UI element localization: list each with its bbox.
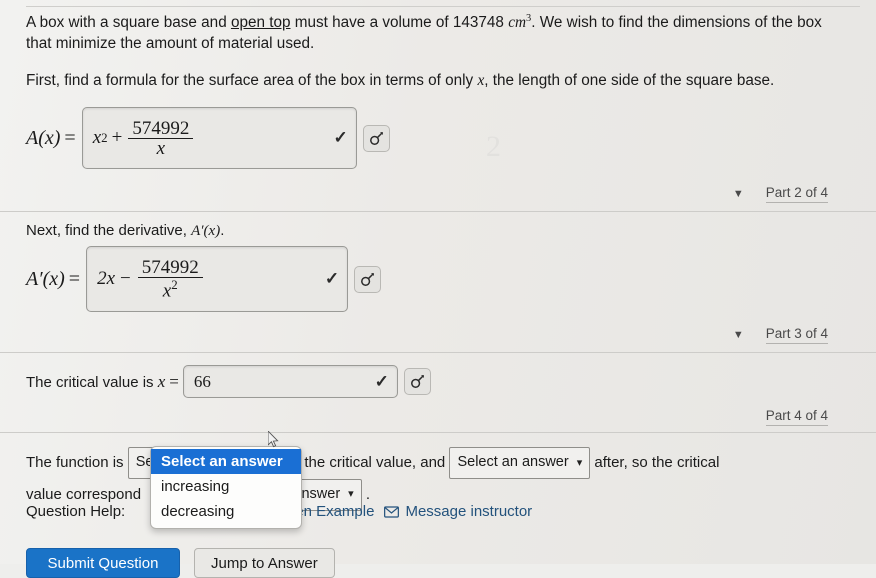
volume-units: cm	[508, 14, 527, 32]
part2-fraction-denominator: x	[156, 137, 166, 159]
part3-operator: −	[120, 268, 131, 290]
envelope-icon	[384, 505, 400, 518]
part3-answer-input[interactable]: 2x − 574992 x2 ✓	[86, 246, 349, 313]
part2-divider	[0, 211, 876, 213]
part4-divider	[0, 432, 876, 434]
problem-statement: A box with a square base and open top mu…	[26, 0, 850, 91]
top-divider	[26, 6, 860, 7]
part3-correct-checkmark: ✓	[324, 269, 340, 289]
part2-answer-input[interactable]: x2 + 574992 x ✓	[81, 107, 357, 170]
part3-label: Part 3 of 4	[765, 326, 828, 345]
preview-magnifier-icon[interactable]	[362, 124, 390, 152]
part3-intro: Next, find the derivative, A′(x).	[26, 222, 850, 240]
problem-paragraph-1: A box with a square base and open top mu…	[26, 12, 850, 54]
part4-critical-input[interactable]: 66 ✓	[182, 365, 398, 399]
part3-intro-function: A′(x)	[191, 223, 221, 240]
select-1-dropdown-menu[interactable]: Select an answer increasing decreasing	[150, 446, 302, 529]
part4-critical-row: The critical value is x = 66 ✓	[26, 365, 850, 399]
part3-term-2x: 2x	[97, 268, 116, 290]
submit-question-button[interactable]: Submit Question	[26, 548, 180, 578]
part4-correct-checkmark: ✓	[374, 371, 389, 391]
part3-fraction: 574992 x2	[137, 256, 203, 301]
part3-answer-row: A′(x) = 2x − 574992 x2 ✓	[26, 246, 850, 313]
part3-lhs: A′(x) =	[26, 268, 86, 291]
dropdown-option-decreasing[interactable]: decreasing	[151, 499, 301, 524]
part3-lhs-equals: =	[68, 267, 81, 290]
message-instructor-link[interactable]: Message instructor	[384, 503, 532, 520]
part2-answer-row: A(x) = x2 + 574992 x ✓	[26, 107, 850, 170]
page-watermark: 2	[486, 130, 501, 163]
dropdown-option-select-an-answer[interactable]: Select an answer	[151, 449, 301, 474]
part2-lhs: A(x) =	[26, 127, 82, 150]
part4-critical-equals: =	[169, 371, 179, 391]
select-2-value: Select an answer	[457, 454, 569, 471]
part3-den-var: x	[162, 280, 172, 302]
part4-critical-value: 66	[193, 371, 211, 391]
dropdown-option-increasing[interactable]: increasing	[151, 474, 301, 499]
jump-to-answer-button[interactable]: Jump to Answer	[194, 548, 335, 578]
part4-label: Part 4 of 4	[765, 408, 828, 427]
message-instructor-label: Message instructor	[405, 503, 533, 520]
part4-footer: Part 4 of 4	[26, 408, 850, 427]
preview-magnifier-icon[interactable]	[354, 265, 382, 293]
part2-operator: +	[111, 127, 123, 149]
part3-footer: ▼ Part 3 of 4	[26, 326, 850, 345]
conclusion-text-a: The function is	[26, 454, 124, 472]
problem-paragraph-2: First, find a formula for the surface ar…	[26, 70, 850, 91]
conclusion-text-e: .	[365, 485, 371, 503]
part3-lhs-arg: (x)	[42, 267, 65, 290]
problem2-text-b: , the length of one side of the square b…	[484, 72, 775, 90]
increasing-decreasing-select-2[interactable]: Select an answer ▾	[449, 447, 591, 479]
part3-intro-text-a: Next, find the derivative,	[26, 222, 192, 240]
part2-fraction-numerator: 574992	[132, 117, 190, 139]
written-example-link[interactable]: en Example	[295, 503, 374, 520]
part3-divider	[0, 352, 876, 354]
part3-fraction-denominator: x2	[159, 278, 182, 301]
problem-underlined-open-top: open top	[230, 14, 291, 32]
part3-collapse-triangle-icon[interactable]: ▼	[733, 329, 744, 341]
part3-lhs-fn: A′	[26, 267, 43, 290]
part2-lhs-fn: A	[26, 126, 39, 149]
action-buttons: Submit Question Jump to Answer	[26, 548, 335, 578]
part2-correct-checkmark: ✓	[333, 128, 348, 148]
part2-term-x: x	[92, 127, 102, 149]
problem2-text-a: First, find a formula for the surface ar…	[26, 72, 478, 90]
conclusion-text-c: after, so the critical	[594, 454, 720, 472]
preview-magnifier-icon[interactable]	[403, 368, 431, 396]
part2-fraction: 574992 x	[128, 117, 194, 159]
problem-text-a: A box with a square base and	[26, 14, 231, 32]
part2-lhs-equals: =	[64, 126, 76, 149]
part2-label: Part 2 of 4	[765, 185, 828, 204]
part3-den-exponent: 2	[171, 277, 178, 293]
question-help-label: Question Help:	[26, 503, 126, 520]
part2-collapse-triangle-icon[interactable]: ▼	[733, 188, 744, 200]
mouse-cursor	[268, 431, 279, 448]
part3-answer-expression: 2x − 574992 x2	[97, 256, 205, 301]
part4-critical-text: The critical value is	[26, 373, 158, 391]
part4-critical-label: The critical value is x =	[26, 372, 183, 392]
problem-text-b: must have a volume of 143748	[290, 14, 509, 32]
part2-answer-expression: x2 + 574992 x	[92, 117, 196, 159]
question-page: 2 A box with a square base and open top …	[0, 0, 876, 578]
part2-footer: ▼ Part 2 of 4	[26, 185, 850, 204]
part3-fraction-numerator: 574992	[141, 256, 199, 278]
part2-lhs-arg: (x)	[38, 126, 61, 149]
part3-intro-text-b: .	[220, 222, 225, 240]
chevron-down-icon: ▾	[576, 456, 583, 469]
conclusion-text-d: value correspond	[26, 485, 142, 503]
